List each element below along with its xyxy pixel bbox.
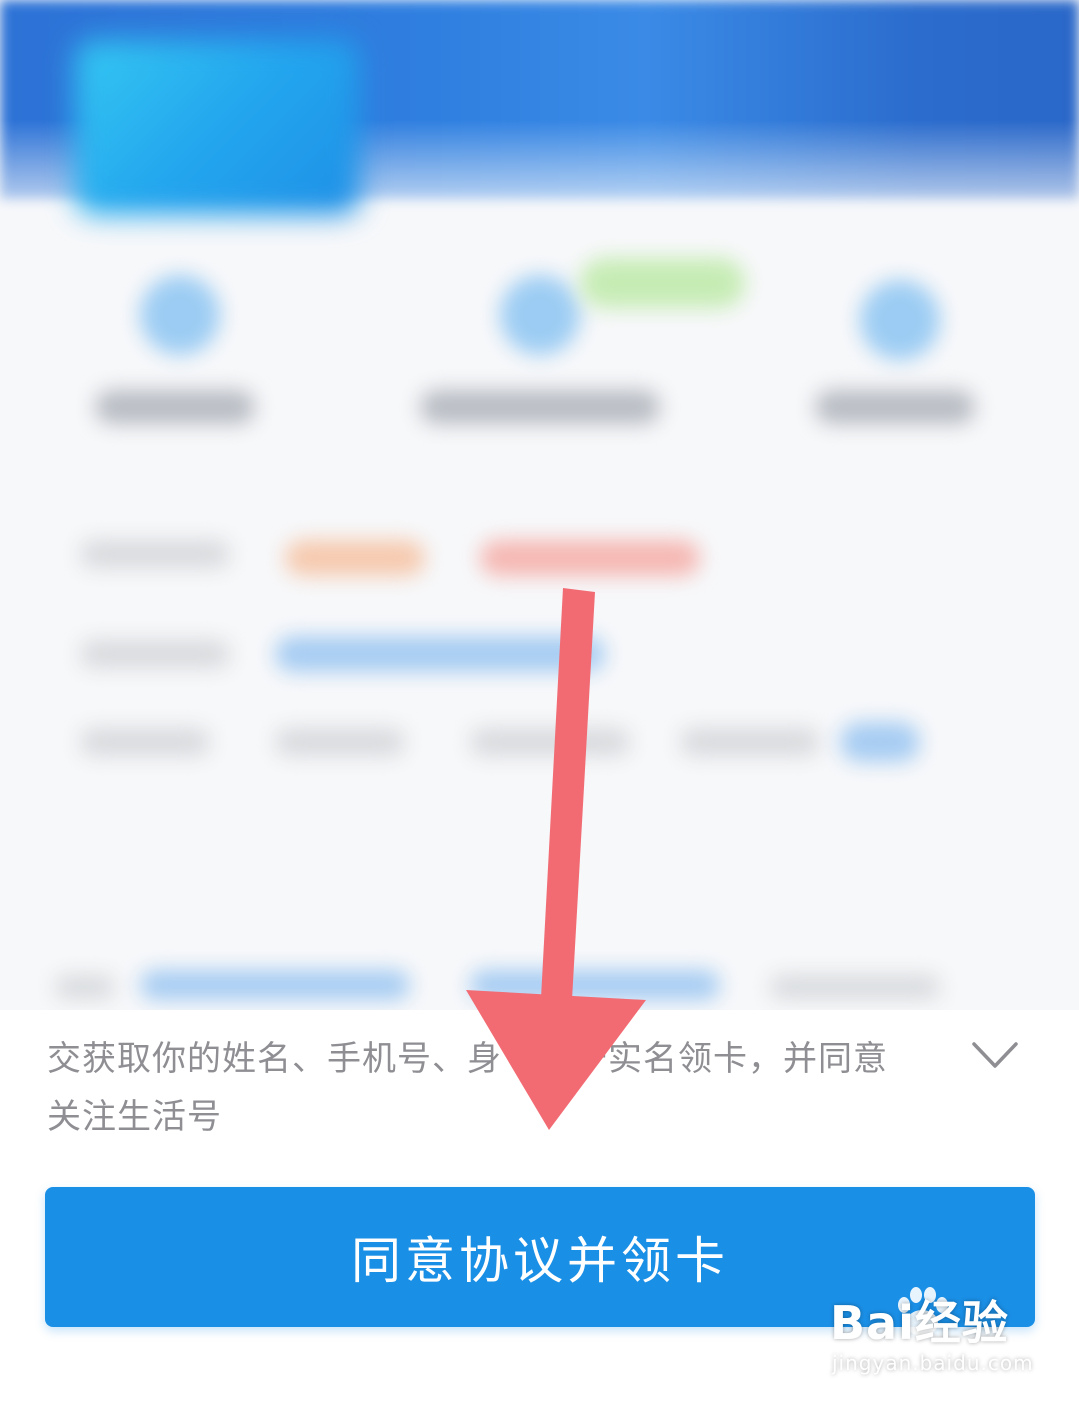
blurred-feature-icon (500, 275, 580, 355)
agreement-line-1: 交获取你的姓名、手机号、身 用于实名领卡，并同意 (47, 1030, 967, 1088)
blurred-row-value (680, 728, 820, 756)
agreement-line-2: 关注生活号 (47, 1097, 222, 1137)
blurred-feature-label (420, 390, 660, 424)
blurred-link (275, 636, 605, 672)
blurred-row-label (80, 640, 230, 668)
watermark-site: jingyan.baidu.com (832, 1351, 1034, 1375)
blurred-agreement-link (140, 970, 410, 1000)
blurred-feature-label (95, 390, 255, 424)
blurred-feature-icon (860, 280, 940, 360)
chevron-down-icon[interactable] (968, 1036, 1022, 1072)
baidu-jingyan-watermark: Bai经验 jingyan.baidu.com (830, 1283, 1070, 1393)
agreement-text: 交获取你的姓名、手机号、身 用于实名领卡，并同意 关注生活号 (47, 1030, 967, 1146)
blurred-feature-label (815, 390, 975, 424)
blurred-row-label (80, 728, 210, 756)
blurred-text (770, 975, 940, 999)
blurred-row-label (80, 540, 230, 568)
agreement-line-1-start: 交获取你的姓名、手机号、身 (47, 1039, 502, 1079)
blurred-toggle (840, 722, 920, 762)
blurred-text (55, 975, 115, 999)
agreement-line-1-end: 用于实名领卡，并同意 (538, 1039, 888, 1079)
blurred-agreement-link (470, 970, 720, 1000)
blurred-feature-icon (140, 275, 220, 355)
blurred-card-image (75, 40, 360, 215)
blurred-badge (285, 540, 425, 576)
blurred-row-value (470, 728, 630, 756)
blurred-tag (580, 258, 745, 308)
blurred-row-value (275, 728, 405, 756)
watermark-brand: Bai经验 (830, 1296, 1009, 1350)
blurred-badge (480, 540, 700, 576)
